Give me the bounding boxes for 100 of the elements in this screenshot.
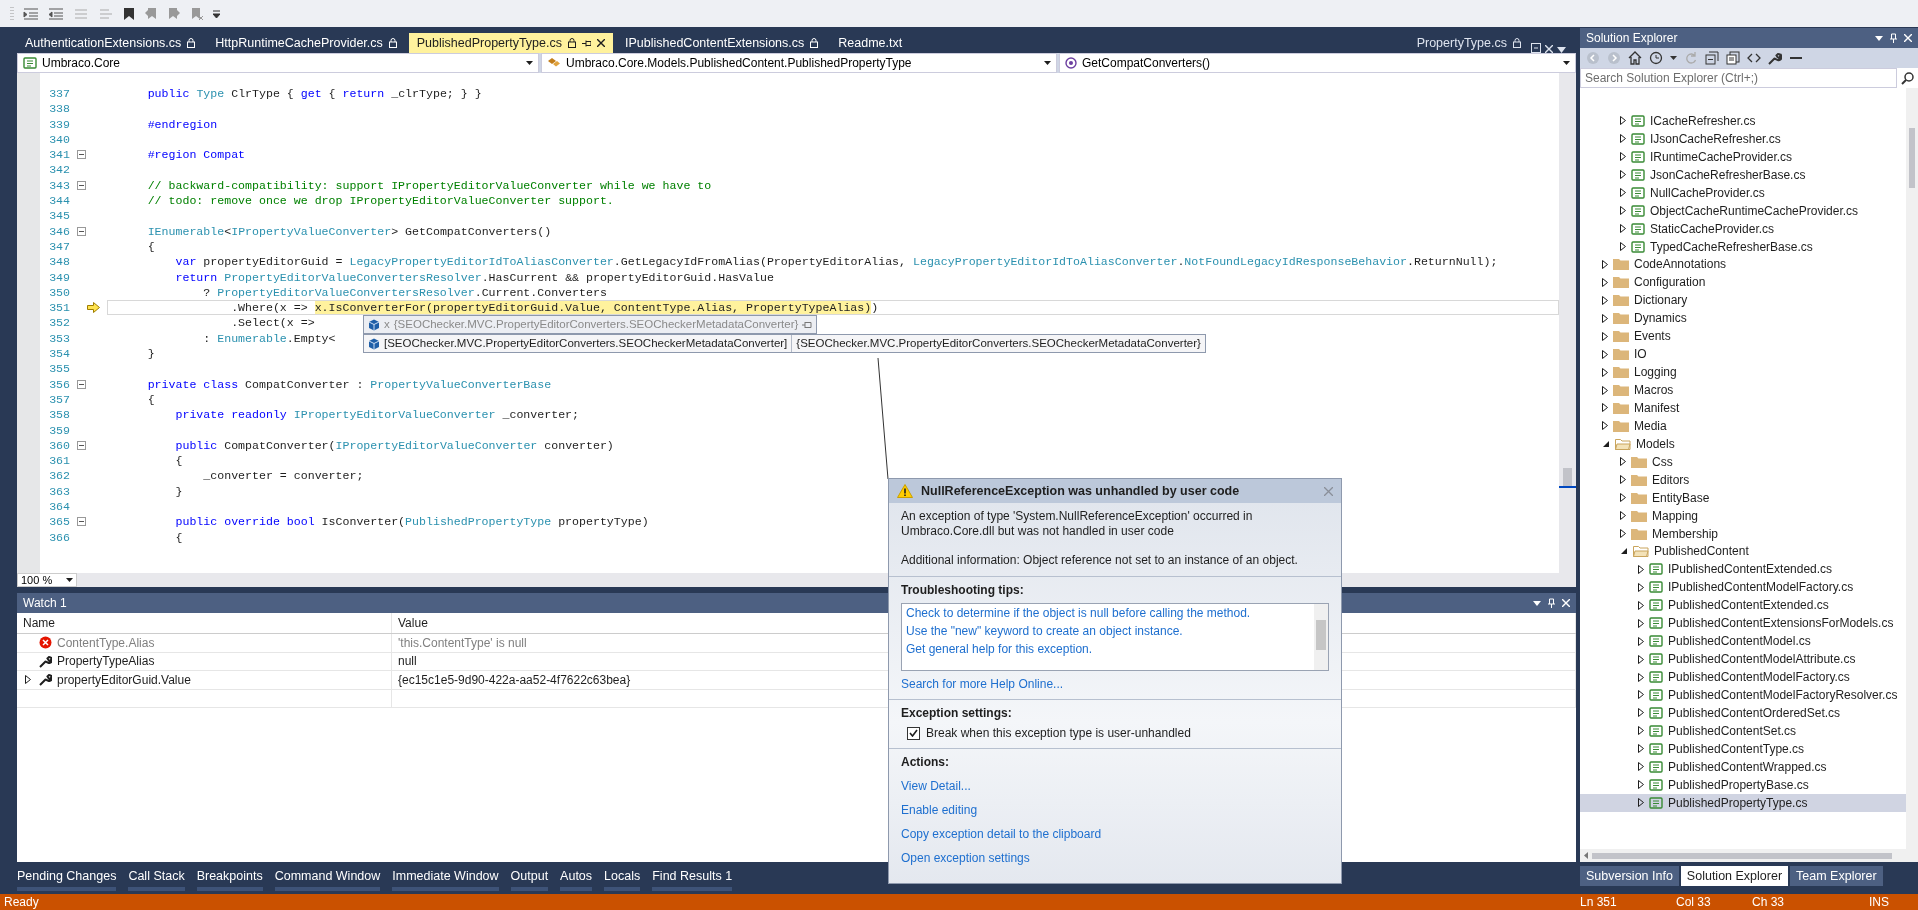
preview-tab[interactable]: PropertyType.cs: [1410, 33, 1527, 53]
tree-item[interactable]: PublishedContentOrderedSet.cs: [1580, 703, 1906, 722]
action-link[interactable]: View Detail...: [901, 779, 1329, 793]
document-tab[interactable]: Readme.txt: [830, 33, 911, 53]
dropdown-caret-icon[interactable]: [1875, 35, 1883, 41]
member-dropdown[interactable]: GetCompatConverters(): [1059, 53, 1576, 73]
bookmark-icon[interactable]: [123, 6, 135, 21]
collapse-all-icon[interactable]: [1705, 51, 1719, 65]
tree-item[interactable]: PublishedPropertyType.cs: [1580, 793, 1906, 812]
tree-item[interactable]: Manifest: [1580, 399, 1906, 417]
vertical-scrollbar[interactable]: [1314, 604, 1328, 670]
dropdown-caret-icon[interactable]: [1044, 61, 1051, 65]
clock-icon[interactable]: [1649, 51, 1663, 65]
tree-item[interactable]: ObjectCacheRuntimeCacheProvider.cs: [1580, 201, 1906, 220]
indent-icon[interactable]: [23, 6, 39, 21]
collapse-icon[interactable]: [76, 440, 86, 450]
document-tab[interactable]: IPublishedContentExtensions.cs: [617, 33, 827, 53]
expanded-arrow-icon[interactable]: [1602, 439, 1610, 448]
tree-item[interactable]: Configuration: [1580, 273, 1906, 292]
dropdown-caret-icon[interactable]: [1563, 61, 1570, 65]
tree-item[interactable]: ICacheRefresher.cs: [1580, 112, 1906, 130]
data-tip-row[interactable]: [SEOChecker.MVC.PropertyEditorConverters.SEOCheckerMetadataConverter] {SEOChecker.MVC.PropertyEditorConverters.SEOCheckerMetadataConverter}: [363, 334, 1206, 353]
expanded-arrow-icon[interactable]: [1620, 547, 1628, 556]
tree-item[interactable]: StaticCacheProvider.cs: [1580, 219, 1906, 238]
horizontal-scrollbar[interactable]: [1580, 849, 1918, 862]
action-link[interactable]: Enable editing: [901, 803, 1329, 817]
tree-item[interactable]: PublishedContentModelFactory.cs: [1580, 668, 1906, 686]
outdent-icon[interactable]: [48, 6, 64, 21]
home-icon[interactable]: [1628, 51, 1642, 65]
collapse-icon[interactable]: [76, 180, 86, 190]
tree-item[interactable]: Events: [1580, 327, 1906, 346]
project-dropdown[interactable]: Umbraco.Core: [17, 53, 539, 73]
search-icon[interactable]: [1901, 71, 1914, 85]
collapse-icon[interactable]: [76, 379, 86, 389]
overflow-icon[interactable]: [213, 9, 220, 18]
tree-item[interactable]: PublishedContentModelAttribute.cs: [1580, 650, 1906, 669]
tree-item[interactable]: PublishedContentExtended.cs: [1580, 596, 1906, 615]
tree-item[interactable]: IO: [1580, 345, 1906, 364]
collapse-icon[interactable]: [76, 150, 86, 160]
pin-icon[interactable]: [582, 38, 591, 48]
tree-item[interactable]: Models: [1580, 434, 1906, 453]
tip-link[interactable]: Use the "new" keyword to create an object instance.: [906, 624, 1310, 638]
action-link[interactable]: Open exception settings: [901, 851, 1329, 865]
scroll-left-icon[interactable]: [1584, 852, 1588, 859]
tip-link[interactable]: Get general help for this exception.: [906, 642, 1310, 656]
help-link[interactable]: Search for more Help Online...: [901, 677, 1329, 691]
tree-item[interactable]: PublishedPropertyBase.cs: [1580, 775, 1906, 794]
code-view-icon[interactable]: [1747, 51, 1761, 65]
tree-item[interactable]: Logging: [1580, 363, 1906, 382]
document-tab[interactable]: HttpRuntimeCacheProvider.cs: [207, 33, 405, 53]
tree-item[interactable]: Editors: [1580, 470, 1906, 489]
document-tab[interactable]: AuthenticationExtensions.cs: [17, 33, 204, 53]
tree-item[interactable]: PublishedContentType.cs: [1580, 739, 1906, 758]
tree-item[interactable]: IPublishedContentModelFactory.cs: [1580, 578, 1906, 597]
expand-arrow-icon[interactable]: [25, 675, 31, 685]
tree-item[interactable]: PublishedContentExtensionsForModels.cs: [1580, 614, 1906, 633]
wrench-icon[interactable]: [1768, 51, 1782, 65]
tree-item[interactable]: IRuntimeCacheProvider.cs: [1580, 147, 1906, 166]
panel-tab[interactable]: Subversion Info: [1580, 866, 1679, 886]
tree-item[interactable]: Media: [1580, 416, 1906, 435]
tree-item[interactable]: EntityBase: [1580, 488, 1906, 507]
tree-item[interactable]: Mapping: [1580, 506, 1906, 525]
collapse-icon[interactable]: [76, 226, 86, 236]
tree-item[interactable]: Macros: [1580, 381, 1906, 399]
tree-item[interactable]: NullCacheProvider.cs: [1580, 183, 1906, 202]
tree-item[interactable]: Css: [1580, 452, 1906, 471]
panel-tab[interactable]: Solution Explorer: [1680, 866, 1789, 886]
vertical-scrollbar[interactable]: [1906, 88, 1918, 849]
close-icon[interactable]: [597, 39, 605, 47]
document-tab[interactable]: PublishedPropertyType.cs: [408, 33, 613, 53]
tree-item[interactable]: Dictionary: [1580, 291, 1906, 310]
tree-item[interactable]: CodeAnnotations: [1580, 255, 1906, 274]
tree-item[interactable]: PublishedContent: [1580, 542, 1906, 561]
dropdown-caret-icon[interactable]: [66, 578, 73, 582]
tree-item[interactable]: Dynamics: [1580, 309, 1906, 328]
stacked-pages-icon[interactable]: [1726, 51, 1740, 65]
tree-item[interactable]: IJsonCacheRefresher.cs: [1580, 129, 1906, 148]
tree-item[interactable]: PublishedContentWrapped.cs: [1580, 757, 1906, 776]
tab-list-icon[interactable]: [1557, 47, 1566, 53]
keep-open-icon[interactable]: [1531, 43, 1541, 53]
collapse-icon[interactable]: [76, 517, 86, 527]
dropdown-caret-icon[interactable]: [1533, 600, 1541, 606]
tree-item[interactable]: Membership: [1580, 524, 1906, 543]
dropdown-caret-icon[interactable]: [526, 61, 533, 65]
action-link[interactable]: Copy exception detail to the clipboard: [901, 827, 1329, 841]
tree-item[interactable]: TypedCacheRefresherBase.cs: [1580, 237, 1906, 256]
type-dropdown[interactable]: Umbraco.Core.Models.PublishedContent.PublishedPropertyType: [541, 53, 1057, 73]
panel-tab[interactable]: Team Explorer: [1790, 866, 1883, 886]
vertical-scrollbar[interactable]: [1559, 73, 1576, 573]
tree-item[interactable]: IPublishedContentExtended.cs: [1580, 560, 1906, 579]
checkbox[interactable]: [907, 726, 920, 740]
tree-item[interactable]: PublishedContentModelFactoryResolver.cs: [1580, 686, 1906, 704]
tree-item[interactable]: PublishedContentSet.cs: [1580, 721, 1906, 740]
column-header[interactable]: Name: [17, 613, 392, 633]
zoom-dropdown[interactable]: 100 %: [17, 573, 77, 587]
tree-item[interactable]: JsonCacheRefresherBase.cs: [1580, 165, 1906, 184]
tree-item[interactable]: PublishedContentModel.cs: [1580, 632, 1906, 651]
tip-link[interactable]: Check to determine if the object is null before calling the method.: [906, 606, 1310, 620]
search-field[interactable]: Search Solution Explorer (Ctrl+;): [1580, 68, 1897, 88]
dropdown-caret-icon[interactable]: [1670, 56, 1677, 60]
